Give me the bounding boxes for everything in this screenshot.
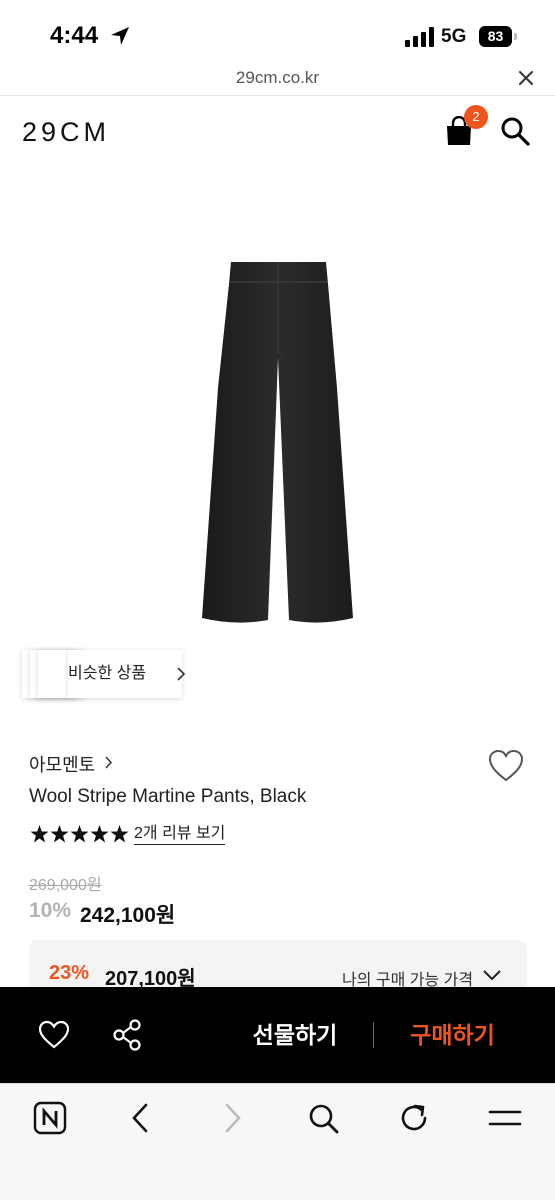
cart-count-badge: 2	[464, 105, 488, 129]
discount-rate: 10%	[29, 899, 72, 922]
gift-button[interactable]: 선물하기	[225, 987, 365, 1083]
heart-icon[interactable]	[38, 1020, 70, 1050]
reload-icon[interactable]	[397, 1101, 431, 1135]
network-type: 5G	[441, 26, 467, 47]
review-link[interactable]: 2개 리뷰 보기	[134, 824, 226, 845]
rating-stars	[30, 825, 129, 843]
product-name: Wool Stripe Martine Pants, Black	[29, 786, 307, 807]
search-icon[interactable]	[306, 1101, 340, 1135]
star-icon	[50, 825, 69, 843]
similar-products-button[interactable]: 비슷한 상품	[22, 650, 186, 698]
purchase-action-bar: 선물하기 구매하기	[0, 987, 555, 1083]
close-icon[interactable]	[516, 68, 536, 88]
star-icon	[90, 825, 109, 843]
brand-link[interactable]: 아모멘토	[29, 751, 95, 777]
battery-level: 83	[479, 26, 512, 47]
star-icon	[30, 825, 49, 843]
star-icon	[70, 825, 89, 843]
status-bar: 4:44 5G 83	[0, 0, 555, 62]
battery-icon: 83	[479, 26, 517, 47]
url-bar[interactable]: 29cm.co.kr	[0, 62, 555, 96]
similar-products-label[interactable]: 비슷한 상품	[68, 650, 182, 698]
battery-cap	[514, 33, 517, 40]
back-icon[interactable]	[124, 1101, 158, 1135]
chevron-down-icon[interactable]	[482, 968, 502, 982]
search-icon[interactable]	[500, 116, 530, 146]
cellular-signal-icon	[405, 27, 434, 47]
sale-price: 242,100원	[80, 904, 176, 927]
star-icon	[110, 825, 129, 843]
site-logo[interactable]: 29CM	[22, 117, 110, 148]
product-image[interactable]	[180, 258, 375, 630]
browser-toolbar	[0, 1083, 555, 1200]
url-text[interactable]: 29cm.co.kr	[0, 68, 555, 88]
status-time: 4:44	[50, 22, 99, 49]
chevron-right-icon	[105, 756, 113, 769]
share-icon[interactable]	[112, 1019, 142, 1051]
chevron-right-icon	[177, 667, 186, 681]
buy-button[interactable]: 구매하기	[390, 987, 515, 1083]
menu-icon[interactable]	[488, 1101, 522, 1135]
forward-icon[interactable]	[215, 1101, 249, 1135]
location-arrow-icon	[111, 27, 129, 45]
naver-n-icon[interactable]	[33, 1101, 67, 1135]
heart-icon[interactable]	[488, 749, 524, 783]
action-divider	[373, 1022, 374, 1048]
site-header: 29CM 2	[0, 96, 555, 168]
original-price: 269,000원	[29, 877, 102, 894]
my-discount-rate: 23%	[49, 962, 90, 984]
